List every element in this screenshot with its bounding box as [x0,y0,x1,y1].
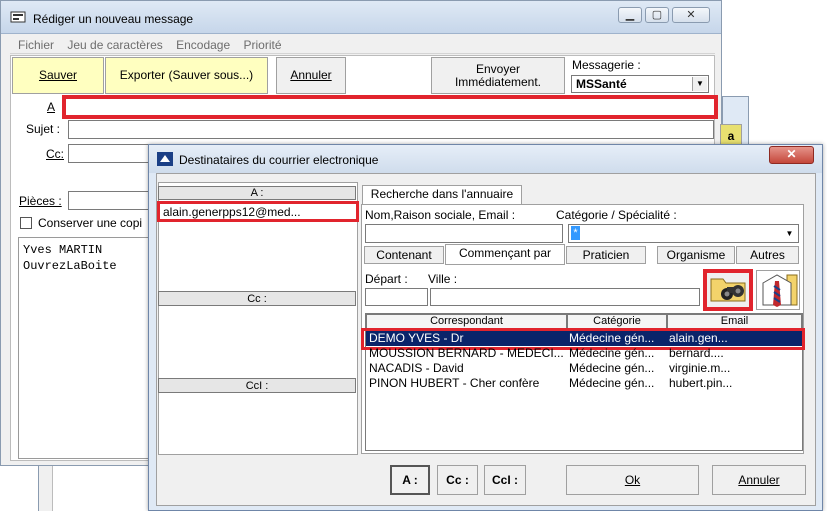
chevron-down-icon[interactable]: ▼ [692,77,707,91]
tab-directory-search[interactable]: Recherche dans l'annuaire [362,185,522,205]
col-header-email[interactable]: Email [667,314,802,329]
col-header-correspondant[interactable]: Correspondant [366,314,567,329]
menu-fichier[interactable]: Fichier [18,38,54,52]
dialog-cancel-button[interactable]: Annuler [712,465,806,495]
to-list-header: A : [158,186,356,200]
results-rows: DEMO YVES - Dr Médecine gén... alain.gen… [366,329,802,449]
table-row[interactable]: PINON HUBERT - Cher confère Médecine gén… [366,376,802,391]
maximize-button[interactable]: ▢ [645,7,669,23]
category-select[interactable]: * ▼ [568,224,799,243]
filter-contenant[interactable]: Contenant [364,246,444,264]
table-row[interactable]: NACADIS - David Médecine gén... virginie… [366,361,802,376]
dialog-titlebar[interactable]: Destinataires du courrier electronique ✕ [149,145,822,173]
row-email: bernard.... [669,346,724,360]
menu-jeu-de-caracteres[interactable]: Jeu de caractères [67,38,162,52]
send-now-line2: Immédiatement. [454,74,542,89]
compose-title: Rédiger un nouveau message [33,12,194,26]
compose-menubar: Fichier Jeu de caractères Encodage Prior… [10,36,715,54]
ville-input[interactable] [430,288,700,306]
add-bcc-button[interactable]: CcI : [484,465,526,495]
row-correspondant: MOUSSION BERNARD - MEDECI... [369,346,564,360]
add-cc-button[interactable]: Cc : [437,465,478,495]
body-line-2: OuvrezLaBoite [23,259,117,273]
to-list-entry[interactable]: alain.generpps12@med... [157,201,359,222]
messagerie-label: Messagerie : [572,58,641,72]
message-body[interactable]: Yves MARTIN OuvrezLaBoite [18,237,168,459]
filter-praticien[interactable]: Praticien [566,246,646,264]
name-label: Nom,Raison sociale, Email : [365,208,516,222]
filter-commencant-par[interactable]: Commençant par [445,244,565,265]
background-window-bottom-inner [52,466,148,511]
cancel-button[interactable]: Annuler [276,57,346,94]
table-row[interactable]: MOUSSION BERNARD - MEDECI... Médecine gé… [366,346,802,361]
contact-card-button[interactable] [756,270,800,310]
keep-copy-checkbox[interactable] [20,217,32,229]
minimize-button[interactable]: ▁ [618,7,642,23]
filter-organisme[interactable]: Organisme [657,246,735,264]
table-row[interactable]: DEMO YVES - Dr Médecine gén... alain.gen… [366,331,802,346]
row-categorie: Médecine gén... [569,376,655,390]
recipients-dialog: Destinataires du courrier electronique ✕… [148,144,823,511]
filter-autres[interactable]: Autres [736,246,799,264]
name-search-input[interactable] [365,224,563,243]
menu-encodage[interactable]: Encodage [176,38,230,52]
subject-field[interactable] [68,120,714,139]
to-field[interactable] [62,95,718,119]
add-to-button[interactable]: A : [390,465,430,495]
body-line-1: Yves MARTIN [23,243,103,257]
subject-label: Sujet : [26,122,61,136]
binoculars-icon [710,278,746,302]
row-email: virginie.m... [669,361,731,375]
cc-label: Cc: [46,147,64,161]
doctor-card-icon [762,274,798,307]
ville-label: Ville : [428,272,458,286]
send-now-line1: Envoyer [475,61,521,76]
dialog-title: Destinataires du courrier electronique [179,153,379,167]
search-button[interactable] [703,269,753,311]
category-chevron-down-icon[interactable]: ▼ [782,226,797,241]
row-correspondant: NACADIS - David [369,361,464,375]
export-button[interactable]: Exporter (Sauver sous...) [105,57,268,94]
to-entry-text: alain.generpps12@med... [163,205,301,219]
bcc-list-header: CcI : [158,378,356,393]
save-button[interactable]: Sauver [12,57,104,94]
row-categorie: Médecine gén... [569,361,655,375]
send-now-button[interactable]: Envoyer Immédiatement. [431,57,565,94]
category-label: Catégorie / Spécialité : [556,208,677,222]
row-categorie: Médecine gén... [569,346,655,360]
row-email: hubert.pin... [669,376,733,390]
dialog-close-icon[interactable]: ✕ [769,146,814,164]
keep-copy-label: Conserver une copi [38,216,143,230]
col-header-categorie[interactable]: Catégorie [567,314,667,329]
attachments-label: Pièces : [19,194,62,208]
compose-titlebar[interactable]: Rédiger un nouveau message ▁ ▢ ✕ [1,1,721,34]
row-correspondant: PINON HUBERT - Cher confère [369,376,540,390]
depart-input[interactable] [365,288,428,306]
row-correspondant: DEMO YVES - Dr [369,331,464,345]
category-value: * [571,226,580,240]
cc-list-header: Cc : [158,291,356,306]
ok-button[interactable]: Ok [566,465,699,495]
to-label: A [47,100,56,114]
dialog-app-icon [157,152,173,166]
row-email: alain.gen... [669,331,728,345]
menu-priorite[interactable]: Priorité [243,38,281,52]
row-categorie: Médecine gén... [569,331,655,345]
messagerie-value: MSSanté [576,77,627,91]
close-button[interactable]: ✕ [672,7,710,23]
depart-label: Départ : [365,272,408,286]
recipients-panel [158,182,358,455]
app-icon [10,11,26,23]
messagerie-select[interactable]: MSSanté ▼ [571,75,709,93]
